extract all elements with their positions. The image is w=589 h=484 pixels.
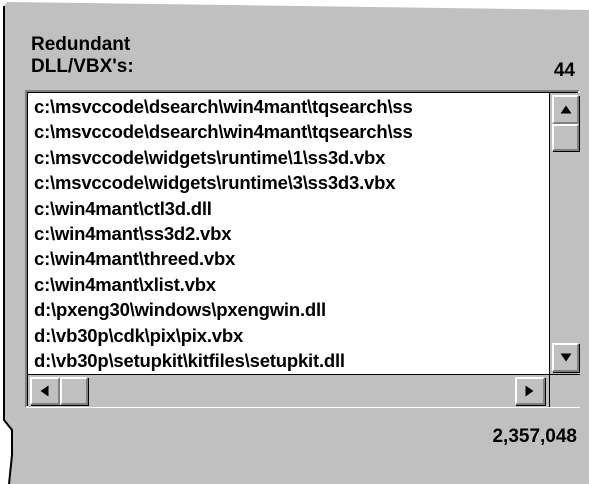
listbox-frame: c:\msvccode\dsearch\win4mant\tqsearch\ss…: [27, 92, 580, 407]
vertical-scroll-thumb[interactable]: [552, 124, 579, 151]
list-item[interactable]: c:\msvccode\dsearch\win4mant\tqsearch\ss: [34, 94, 548, 119]
scroll-up-button[interactable]: [552, 95, 579, 124]
list-item[interactable]: d:\vb30p\cdk\pix\pix.vbx: [34, 323, 548, 348]
list-item[interactable]: c:\win4mant\threed.vbx: [34, 246, 548, 271]
list-item[interactable]: c:\win4mant\ctl3d.dll: [34, 196, 548, 221]
scroll-down-button[interactable]: [552, 343, 579, 372]
list-item[interactable]: d:\pxeng30\windows\pxengwin.dll: [34, 297, 548, 322]
scroll-right-button[interactable]: [515, 377, 545, 405]
up-arrow-icon: [560, 105, 571, 113]
dll-listbox[interactable]: c:\msvccode\dsearch\win4mant\tqsearch\ss…: [25, 90, 580, 408]
right-arrow-icon: [525, 385, 534, 397]
down-arrow-icon: [560, 353, 571, 361]
list-item[interactable]: d:\vb30p\setupkit\kitfiles\setupkit.dll: [34, 348, 548, 373]
list-items: c:\msvccode\dsearch\win4mant\tqsearch\ss…: [34, 94, 548, 374]
scrollbar-corner: [549, 374, 580, 407]
redundant-count: 44: [553, 60, 575, 81]
vertical-scrollbar[interactable]: [549, 93, 580, 374]
total-size: 2,357,048: [492, 426, 577, 447]
list-item[interactable]: c:\win4mant\ss3d2.vbx: [34, 221, 548, 246]
redundant-label-line2: DLL/VBX's:: [31, 56, 134, 77]
left-arrow-icon: [40, 385, 49, 397]
list-item[interactable]: c:\msvccode\widgets\runtime\3\ss3d3.vbx: [34, 170, 548, 195]
horizontal-scrollbar[interactable]: [28, 374, 549, 407]
list-item[interactable]: c:\win4mant\xlist.vbx: [34, 272, 548, 297]
redundant-label: Redundant DLL/VBX's:: [31, 34, 134, 78]
scroll-left-button[interactable]: [30, 377, 60, 405]
list-item[interactable]: c:\msvccode\dsearch\win4mant\tqsearch\ss: [34, 119, 548, 144]
redundant-label-line1: Redundant: [31, 34, 131, 55]
horizontal-scroll-thumb[interactable]: [60, 377, 88, 405]
list-item[interactable]: c:\msvccode\widgets\runtime\1\ss3d.vbx: [34, 145, 548, 170]
redundant-dll-panel: Redundant DLL/VBX's: 44 c:\msvccode\dsea…: [0, 0, 589, 484]
